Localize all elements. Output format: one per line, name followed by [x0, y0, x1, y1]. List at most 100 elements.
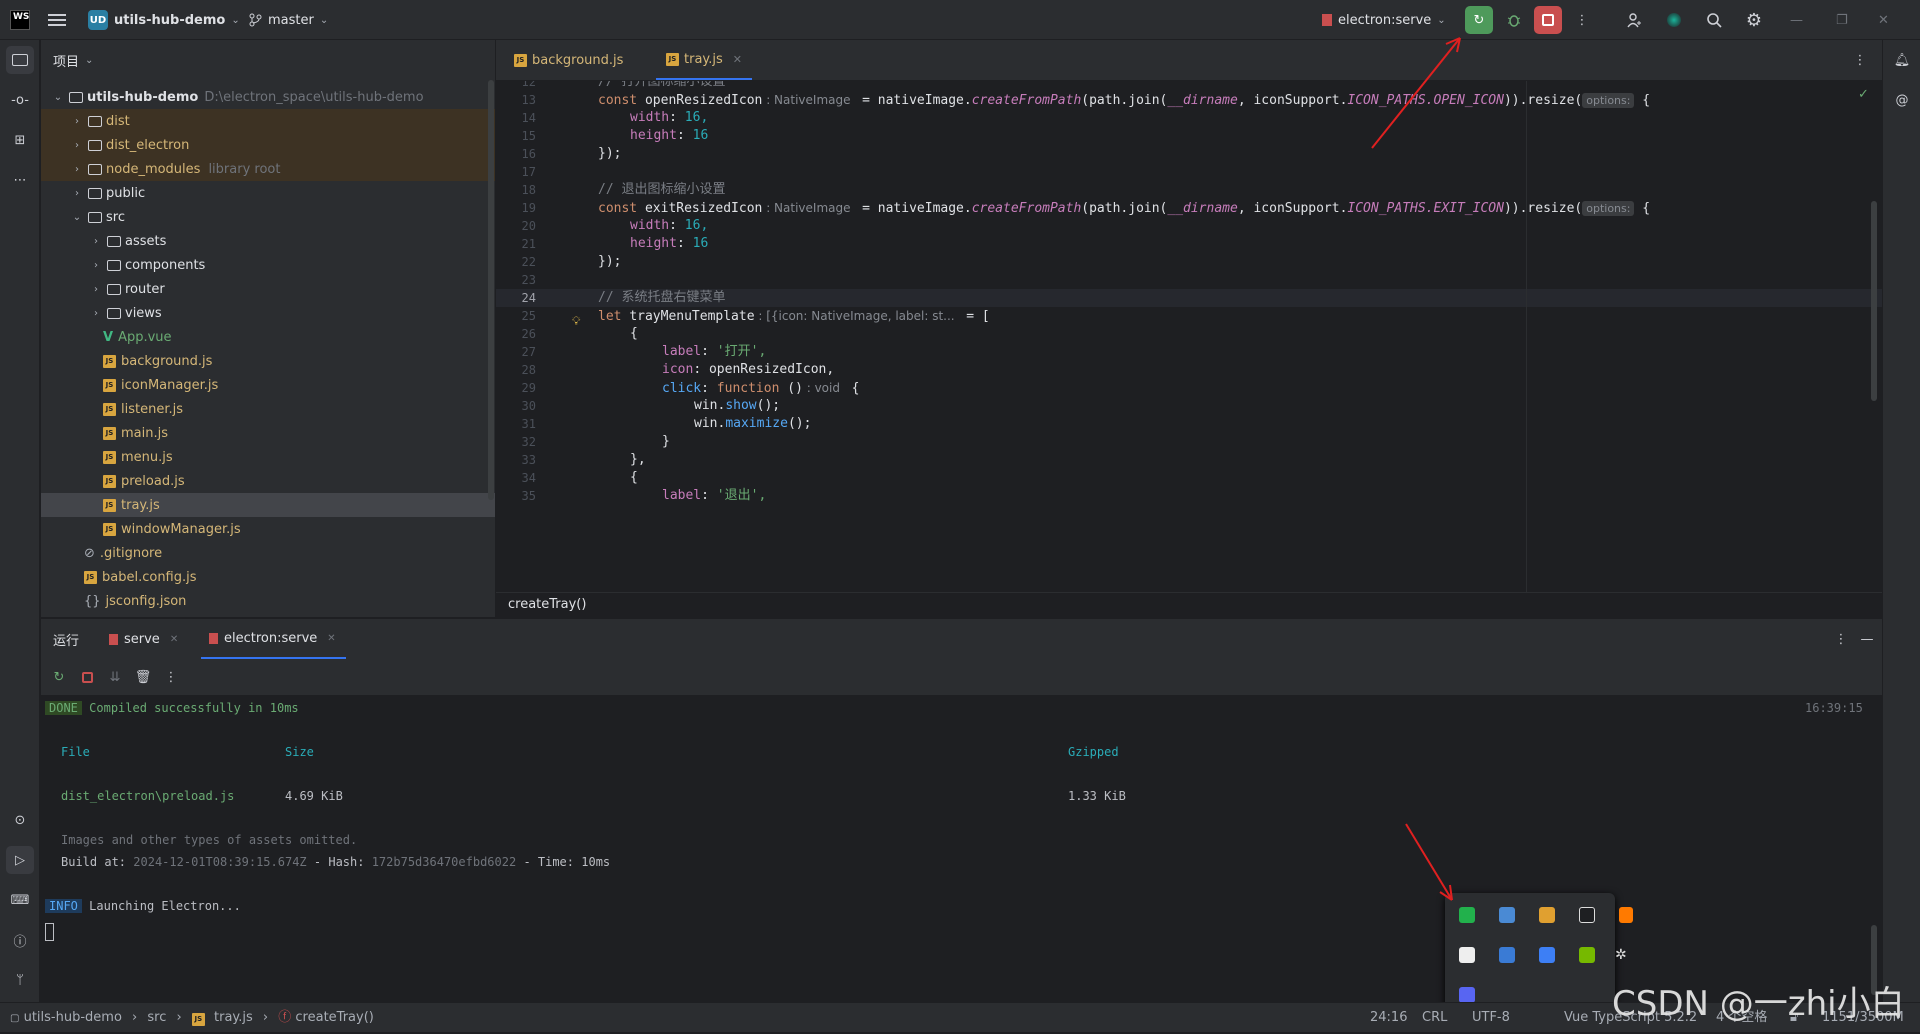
- line-number[interactable]: 12: [496, 81, 536, 91]
- structure-tool-button[interactable]: ⊞: [6, 126, 34, 154]
- tray-feishu-icon[interactable]: [1539, 947, 1555, 963]
- tree-item-babel-config-js[interactable]: JS babel.config.js: [41, 565, 495, 589]
- editor-scrollbar[interactable]: [1871, 201, 1877, 401]
- line-number[interactable]: 21: [496, 235, 536, 253]
- project-scrollbar[interactable]: [488, 80, 494, 500]
- status-breadcrumb[interactable]: ▢ utils-hub-demo › src › JS tray.js › ⓕ …: [10, 1003, 374, 1033]
- run-tab-electron-serve[interactable]: electron:serve ✕: [201, 619, 346, 659]
- settings-button[interactable]: ⚙: [1740, 0, 1768, 40]
- tray-search-icon[interactable]: [1619, 907, 1633, 923]
- services-tool-button[interactable]: ⊙: [6, 806, 34, 834]
- scroll-to-end-button[interactable]: ⇊: [101, 663, 129, 691]
- git-tool-button[interactable]: ᛘ: [6, 966, 34, 994]
- tray-app-icon-green[interactable]: [1459, 907, 1475, 923]
- code-editor[interactable]: 12 // 打开图标缩小设置 13 const openResizedIcon : N…: [496, 81, 1882, 592]
- tree-root[interactable]: ⌄ utils-hub-demo D:\electron_space\utils…: [41, 85, 495, 109]
- problems-tool-button[interactable]: ⓘ: [6, 926, 34, 954]
- line-number[interactable]: 14: [496, 109, 536, 127]
- tree-item-windowmanager-js[interactable]: JS windowManager.js: [41, 517, 495, 541]
- line-number[interactable]: 31: [496, 415, 536, 433]
- maximize-button[interactable]: ❐: [1836, 0, 1848, 40]
- close-tab-icon[interactable]: ✕: [170, 634, 178, 645]
- tree-item-router[interactable]: › router: [41, 277, 495, 301]
- run-panel-options-button[interactable]: ⋮: [1827, 625, 1855, 653]
- tray-nvidia-icon[interactable]: [1579, 947, 1595, 963]
- project-panel-header[interactable]: 项目 ⌄: [41, 40, 495, 80]
- console-more-button[interactable]: ⋮: [157, 663, 185, 691]
- run-tab-serve[interactable]: serve ✕: [109, 619, 178, 659]
- rerun-button[interactable]: ↻: [45, 663, 73, 691]
- more-actions-button[interactable]: ⋮: [1568, 0, 1596, 40]
- tray-chat-icon[interactable]: [1459, 987, 1475, 1003]
- line-number[interactable]: 26: [496, 325, 536, 343]
- tree-item-listener-js[interactable]: JS listener.js: [41, 397, 495, 421]
- branch-selector[interactable]: master ⌄: [248, 0, 328, 40]
- line-number[interactable]: 28: [496, 361, 536, 379]
- app-logo[interactable]: WS: [10, 0, 30, 40]
- tree-item-app-vue[interactable]: V App.vue: [41, 325, 495, 349]
- close-window-button[interactable]: ✕: [1878, 0, 1889, 40]
- tree-item-background-js[interactable]: JS background.js: [41, 349, 495, 373]
- tray-settings-icon[interactable]: ✲: [1615, 947, 1631, 963]
- stop-button[interactable]: [73, 663, 101, 691]
- line-number[interactable]: 16: [496, 145, 536, 163]
- tree-item-dist-electron[interactable]: › dist_electron: [41, 133, 495, 157]
- tree-item-jsconfig-json[interactable]: {} jsconfig.json: [41, 589, 495, 613]
- crumb-project[interactable]: utils-hub-demo: [24, 1010, 122, 1025]
- line-number[interactable]: 32: [496, 433, 536, 451]
- file-encoding[interactable]: UTF-8: [1472, 1003, 1510, 1033]
- line-number[interactable]: 17: [496, 163, 536, 181]
- line-number[interactable]: 13: [496, 91, 536, 109]
- line-number[interactable]: 33: [496, 451, 536, 469]
- tab-tray-js[interactable]: JS tray.js ✕: [656, 40, 752, 80]
- line-number[interactable]: 34: [496, 469, 536, 487]
- lightbulb-icon[interactable]: 💡︎: [572, 314, 580, 329]
- notifications-button[interactable]: 🔔︎: [1888, 46, 1916, 74]
- tray-vpn-icon[interactable]: [1499, 907, 1515, 923]
- tree-item-main-js[interactable]: JS main.js: [41, 421, 495, 445]
- code-with-me-button[interactable]: [1620, 0, 1648, 40]
- main-menu-button[interactable]: [48, 0, 66, 40]
- ai-chat-button[interactable]: @: [1888, 86, 1916, 114]
- project-selector[interactable]: UD utils-hub-demo ⌄: [88, 0, 240, 40]
- tray-shield-icon[interactable]: [1539, 907, 1555, 923]
- tray-electron-icon[interactable]: [1499, 947, 1515, 963]
- tree-item-src[interactable]: ⌄ src: [41, 205, 495, 229]
- crumb-file[interactable]: tray.js: [214, 1010, 253, 1025]
- line-number[interactable]: 29: [496, 379, 536, 397]
- clear-console-button[interactable]: 🗑︎: [129, 663, 157, 691]
- crumb-function[interactable]: createTray(): [295, 1010, 373, 1025]
- tree-item-components[interactable]: › components: [41, 253, 495, 277]
- close-tab-icon[interactable]: ✕: [733, 53, 742, 66]
- terminal-tool-button[interactable]: ⌨: [6, 886, 34, 914]
- run-tool-button[interactable]: ▷: [6, 846, 34, 874]
- line-number[interactable]: 15: [496, 127, 536, 145]
- stop-button[interactable]: [1534, 0, 1562, 40]
- breadcrumb-item[interactable]: createTray(): [508, 597, 586, 612]
- more-tools-button[interactable]: ⋯: [6, 166, 34, 194]
- tray-app-icon-dark[interactable]: [1579, 907, 1595, 923]
- tree-item--gitignore[interactable]: ⊘ .gitignore: [41, 541, 495, 565]
- search-button[interactable]: [1700, 0, 1728, 40]
- hide-panel-button[interactable]: —: [1853, 625, 1881, 653]
- tree-item-menu-js[interactable]: JS menu.js: [41, 445, 495, 469]
- debug-button[interactable]: [1500, 0, 1528, 40]
- tab-actions-button[interactable]: ⋮: [1846, 46, 1874, 74]
- editor-breadcrumb[interactable]: createTray(): [496, 592, 1882, 617]
- tree-item-public[interactable]: › public: [41, 181, 495, 205]
- line-number[interactable]: 18: [496, 181, 536, 199]
- line-number[interactable]: 24: [496, 289, 536, 307]
- tray-window-icon[interactable]: [1459, 947, 1475, 963]
- line-number[interactable]: 27: [496, 343, 536, 361]
- line-number[interactable]: 20: [496, 217, 536, 235]
- line-number[interactable]: 23: [496, 271, 536, 289]
- ai-assistant-button[interactable]: [1660, 0, 1688, 40]
- caret-position[interactable]: 24:16: [1370, 1003, 1407, 1033]
- close-tab-icon[interactable]: ✕: [327, 633, 335, 644]
- project-tool-button[interactable]: [6, 46, 34, 74]
- commit-tool-button[interactable]: -o-: [6, 86, 34, 114]
- line-number[interactable]: 35: [496, 487, 536, 505]
- tab-background-js[interactable]: JS background.js: [504, 40, 633, 80]
- line-number[interactable]: 25: [496, 307, 536, 325]
- tree-item-assets[interactable]: › assets: [41, 229, 495, 253]
